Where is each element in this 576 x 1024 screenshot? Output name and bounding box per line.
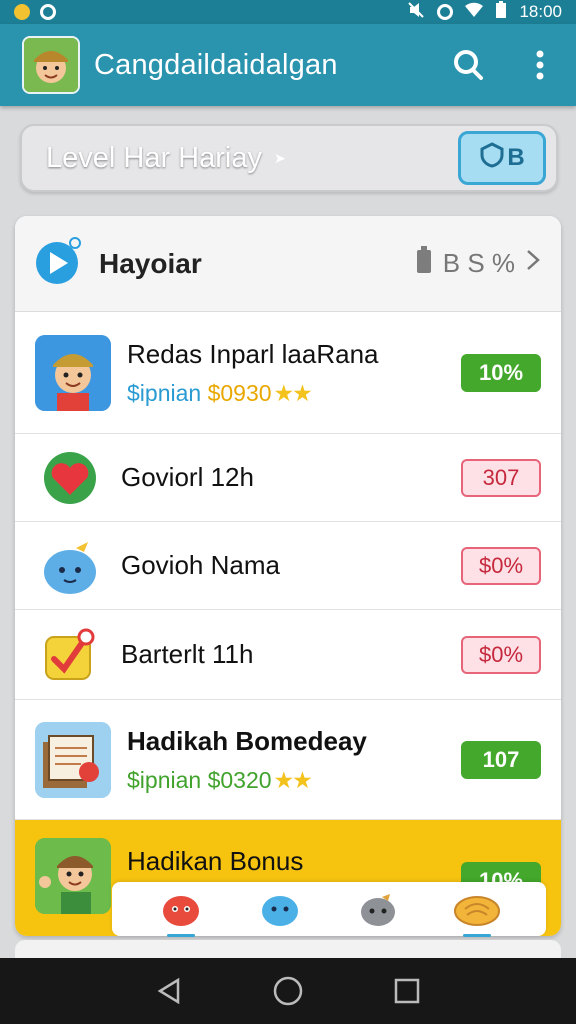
battery-icon	[415, 246, 433, 281]
list-item[interactable]: Govioh Nama $0%	[15, 522, 561, 610]
app-bar: Cangdaildaidalgan	[0, 24, 576, 106]
chevron-right-icon	[525, 248, 541, 279]
app-title: Cangdaildaidalgan	[94, 48, 338, 81]
system-navigation-bar	[0, 958, 576, 1024]
item-title: Goviorl 12h	[121, 462, 254, 492]
level-bar[interactable]: Level Har Hariay ➤ B	[20, 124, 558, 192]
list-item[interactable]: Hadikah Bomedeay $ipnian $0320★★ 107	[15, 700, 561, 820]
percent-badge: 307	[461, 458, 541, 497]
tab-red-creature[interactable]	[157, 887, 205, 937]
active-tab-indicator	[462, 934, 491, 937]
item-subtitle: $ipnian $0320★★	[127, 766, 313, 793]
card-title: Hayoiar	[99, 247, 202, 279]
item-title: Barterlt 11h	[121, 639, 254, 669]
avatar-waving-icon	[35, 838, 111, 914]
level-label: Level Har Hariay	[46, 141, 262, 174]
red-creature-icon	[163, 896, 200, 926]
avatar-explorer-icon	[35, 334, 111, 411]
tab-bread[interactable]	[453, 887, 501, 937]
card-meta-text: B S %	[442, 248, 515, 278]
play-icon[interactable]	[35, 236, 81, 291]
status-time: 18:00	[519, 2, 562, 21]
item-title: Hadikah Bomedeay	[127, 725, 367, 756]
gray-creature-icon	[361, 894, 396, 926]
blue-creature-icon	[35, 531, 105, 601]
arrow-right-icon: ➤	[273, 149, 286, 166]
blue-creature-icon	[261, 896, 298, 926]
battery-icon	[495, 0, 507, 24]
sync-icon	[40, 4, 56, 20]
more-options-icon[interactable]	[522, 47, 558, 83]
shield-icon	[479, 141, 505, 175]
heart-icon	[35, 443, 105, 513]
percent-badge: $0%	[461, 546, 541, 585]
status-bar: 18:00	[0, 0, 576, 24]
search-icon[interactable]	[450, 47, 486, 83]
tab-gray-creature[interactable]	[354, 887, 402, 931]
level-action-button[interactable]: B	[458, 131, 546, 185]
list-item[interactable]: Barterlt 11h $0%	[15, 610, 561, 700]
app-logo[interactable]	[22, 36, 80, 94]
star-icon: ★★	[273, 766, 313, 793]
percent-badge: 107	[461, 740, 541, 779]
back-icon[interactable]	[149, 971, 189, 1011]
percent-badge: $0%	[461, 635, 541, 674]
percent-badge: 10%	[461, 353, 541, 392]
level-action-label: B	[507, 144, 525, 171]
item-title: Redas Inparl laaRana	[127, 338, 379, 369]
notification-icon	[14, 4, 30, 20]
bottom-tab-strip	[112, 882, 546, 937]
mute-icon	[407, 1, 425, 24]
card-meta[interactable]: B S %	[415, 246, 541, 281]
notebook-icon	[35, 721, 111, 798]
checkmark-badge-icon	[35, 620, 105, 690]
alarm-icon	[437, 4, 454, 20]
wifi-icon	[465, 2, 484, 23]
home-icon[interactable]	[268, 971, 308, 1011]
list-item[interactable]: Goviorl 12h 307	[15, 434, 561, 522]
item-subtitle: $ipnian $0930★★	[127, 379, 313, 406]
star-icon: ★★	[273, 379, 313, 406]
list-item[interactable]: Redas Inparl laaRana $ipnian $0930★★ 10%	[15, 312, 561, 434]
card-header: Hayoiar B S %	[15, 216, 561, 312]
item-title: Govioh Nama	[121, 550, 280, 580]
item-title: Hadikan Bonus	[127, 846, 304, 876]
bread-icon	[453, 896, 500, 926]
tab-blue-creature[interactable]	[256, 887, 304, 931]
active-tab-indicator	[167, 934, 196, 937]
list-card: Hayoiar B S % Redas Inparl laaRana $ipni…	[15, 216, 561, 936]
recents-icon[interactable]	[387, 971, 427, 1011]
